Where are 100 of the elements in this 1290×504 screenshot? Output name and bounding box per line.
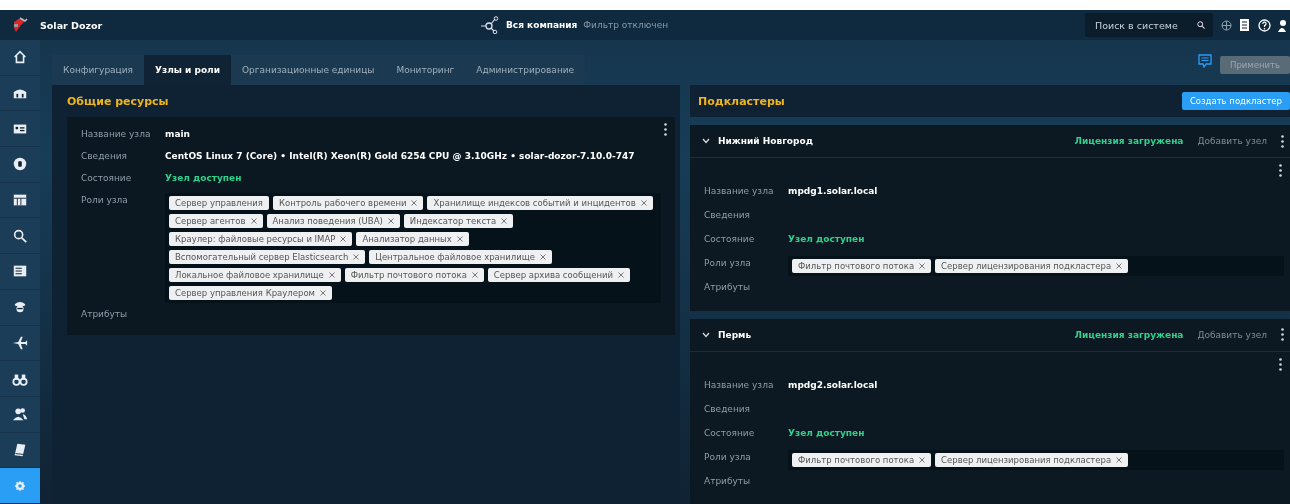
- tab[interactable]: Конфигурация: [52, 55, 144, 85]
- chevron-icon[interactable]: [702, 331, 710, 338]
- license-status: Лицензия загружена: [1074, 329, 1184, 340]
- field-label: Состояние: [704, 426, 756, 438]
- roles-field[interactable]: Фильтр почтового потока Сервер лицензирования подкластера: [788, 449, 1284, 470]
- license-status: Лицензия загружена: [1074, 136, 1184, 146]
- remove-icon[interactable]: [618, 272, 624, 278]
- role-label: Фильтр почтового потока: [350, 270, 467, 280]
- role-label: Локальное файловое хранилище: [175, 270, 324, 280]
- remove-icon[interactable]: [471, 272, 478, 278]
- more-icon[interactable]: [1281, 134, 1284, 148]
- remove-icon[interactable]: [1116, 263, 1123, 269]
- field-label: Состояние: [81, 172, 133, 183]
- remove-icon[interactable]: [1116, 456, 1123, 463]
- role-label: Хранилище индексов событий и инцидентов: [433, 198, 636, 208]
- more-icon[interactable]: [1279, 164, 1282, 177]
- search-icon[interactable]: [1197, 20, 1205, 30]
- role-label: Центральное файловое хранилище: [375, 252, 536, 262]
- role-label: Сервер лицензирования подкластера: [941, 454, 1112, 465]
- add-node-link[interactable]: Добавить узел: [1191, 328, 1273, 341]
- remove-icon[interactable]: [328, 272, 335, 278]
- field-label: Роли узла: [704, 257, 752, 268]
- create-subcluster-button[interactable]: Создать подкластер: [1181, 92, 1290, 110]
- role-label: Фильтр почтового потока: [798, 261, 915, 271]
- nav-icon: [12, 406, 28, 423]
- role-label: Сервер управления Краулером: [175, 288, 315, 298]
- remove-icon[interactable]: [353, 254, 360, 260]
- role-label: Краулер: файловые ресурсы и IMAP: [175, 234, 336, 244]
- node-name: main: [165, 128, 190, 139]
- tab[interactable]: Узлы и роли: [144, 55, 231, 85]
- tab[interactable]: Организационные единицы: [231, 55, 386, 85]
- remove-icon[interactable]: [250, 218, 257, 224]
- subcluster-name: Пермь: [718, 329, 752, 340]
- role-label: Контроль рабочего времени: [278, 198, 407, 208]
- node-status: Узел доступен: [788, 233, 865, 244]
- role-label: Сервер агентов: [175, 216, 246, 226]
- search-box[interactable]: Поиск в системе: [1085, 13, 1213, 37]
- comment-icon[interactable]: [1198, 54, 1212, 68]
- scope-name[interactable]: Вся компания: [506, 20, 578, 30]
- role-label: Анализ поведения (UBA): [272, 216, 383, 226]
- nav-icon: [12, 156, 28, 173]
- document-icon[interactable]: [1239, 18, 1251, 32]
- role-label: Сервер управления: [175, 198, 263, 208]
- field-label: Состояние: [704, 233, 756, 244]
- subcluster-name: Нижний Новгород: [718, 136, 813, 146]
- node-name: mpdg1.solar.local: [788, 185, 878, 196]
- logo-icon[interactable]: [11, 16, 29, 34]
- more-icon[interactable]: [1279, 357, 1282, 371]
- nav-icon: [12, 49, 28, 66]
- field-label: Сведения: [704, 209, 752, 220]
- nav-icon: [12, 227, 28, 244]
- role-label: Сервер лицензирования подкластера: [941, 261, 1112, 271]
- remove-icon[interactable]: [387, 218, 394, 224]
- section-title: Подкластеры: [698, 94, 785, 108]
- filter-status: Фильтр отключен: [583, 20, 669, 30]
- field-label: Роли узла: [704, 450, 752, 462]
- remove-icon[interactable]: [640, 200, 647, 206]
- section-title: Общие ресурсы: [67, 94, 169, 108]
- field-label: Название узла: [81, 128, 152, 139]
- role-label: Сервер архива сообщений: [493, 270, 613, 280]
- remove-icon[interactable]: [340, 236, 347, 242]
- nav-icon: [12, 441, 28, 458]
- node-status: Узел доступен: [165, 172, 242, 183]
- more-icon[interactable]: [664, 123, 667, 136]
- node-info: CentOS Linux 7 (Core) • Intel(R) Xeon(R) Gold 6254 CPU @ 3.10GHz • solar-dozor-7.10.0-747: [165, 150, 635, 161]
- field-label: Название узла: [704, 378, 775, 390]
- tab[interactable]: Администрирование: [465, 55, 586, 85]
- sidebar-item[interactable]: [0, 468, 40, 504]
- field-label: Сведения: [704, 402, 752, 414]
- remove-icon[interactable]: [919, 263, 926, 269]
- chevron-icon[interactable]: [702, 138, 710, 144]
- remove-icon[interactable]: [501, 218, 508, 224]
- globe-icon[interactable]: [1221, 19, 1232, 31]
- roles-field[interactable]: [165, 193, 661, 303]
- field-label: Роли узла: [81, 194, 129, 205]
- tab[interactable]: Мониторинг: [385, 55, 466, 85]
- user-icon[interactable]: [1278, 18, 1286, 32]
- node-name: mpdg2.solar.local: [788, 378, 878, 390]
- search-field[interactable]: Поиск в системе: [1093, 18, 1197, 32]
- field-label: Атрибуты: [81, 308, 129, 319]
- help-icon[interactable]: [1258, 18, 1271, 32]
- role-label: Анализатор данных: [362, 234, 452, 244]
- remove-icon[interactable]: [456, 236, 463, 242]
- field-label: Атрибуты: [704, 281, 752, 292]
- app-name: Solar Dozor: [40, 19, 104, 31]
- roles-field[interactable]: Фильтр почтового потока Сервер лицензирования подкластера: [788, 256, 1284, 276]
- more-icon[interactable]: [1281, 328, 1284, 341]
- role-label: Вспомогательный сервер Elasticsearch: [175, 252, 349, 262]
- node-status: Узел доступен: [788, 426, 865, 438]
- field-label: Сведения: [81, 150, 129, 161]
- role-label: Индексатор текста: [409, 216, 497, 226]
- network-icon[interactable]: [480, 16, 500, 34]
- field-label: Атрибуты: [704, 474, 752, 486]
- field-label: Название узла: [704, 185, 775, 196]
- remove-icon[interactable]: [540, 254, 547, 260]
- add-node-link[interactable]: Добавить узел: [1191, 135, 1273, 147]
- remove-icon[interactable]: [320, 290, 326, 296]
- remove-icon[interactable]: [411, 200, 418, 206]
- remove-icon[interactable]: [919, 456, 926, 463]
- role-label: Фильтр почтового потока: [798, 454, 915, 465]
